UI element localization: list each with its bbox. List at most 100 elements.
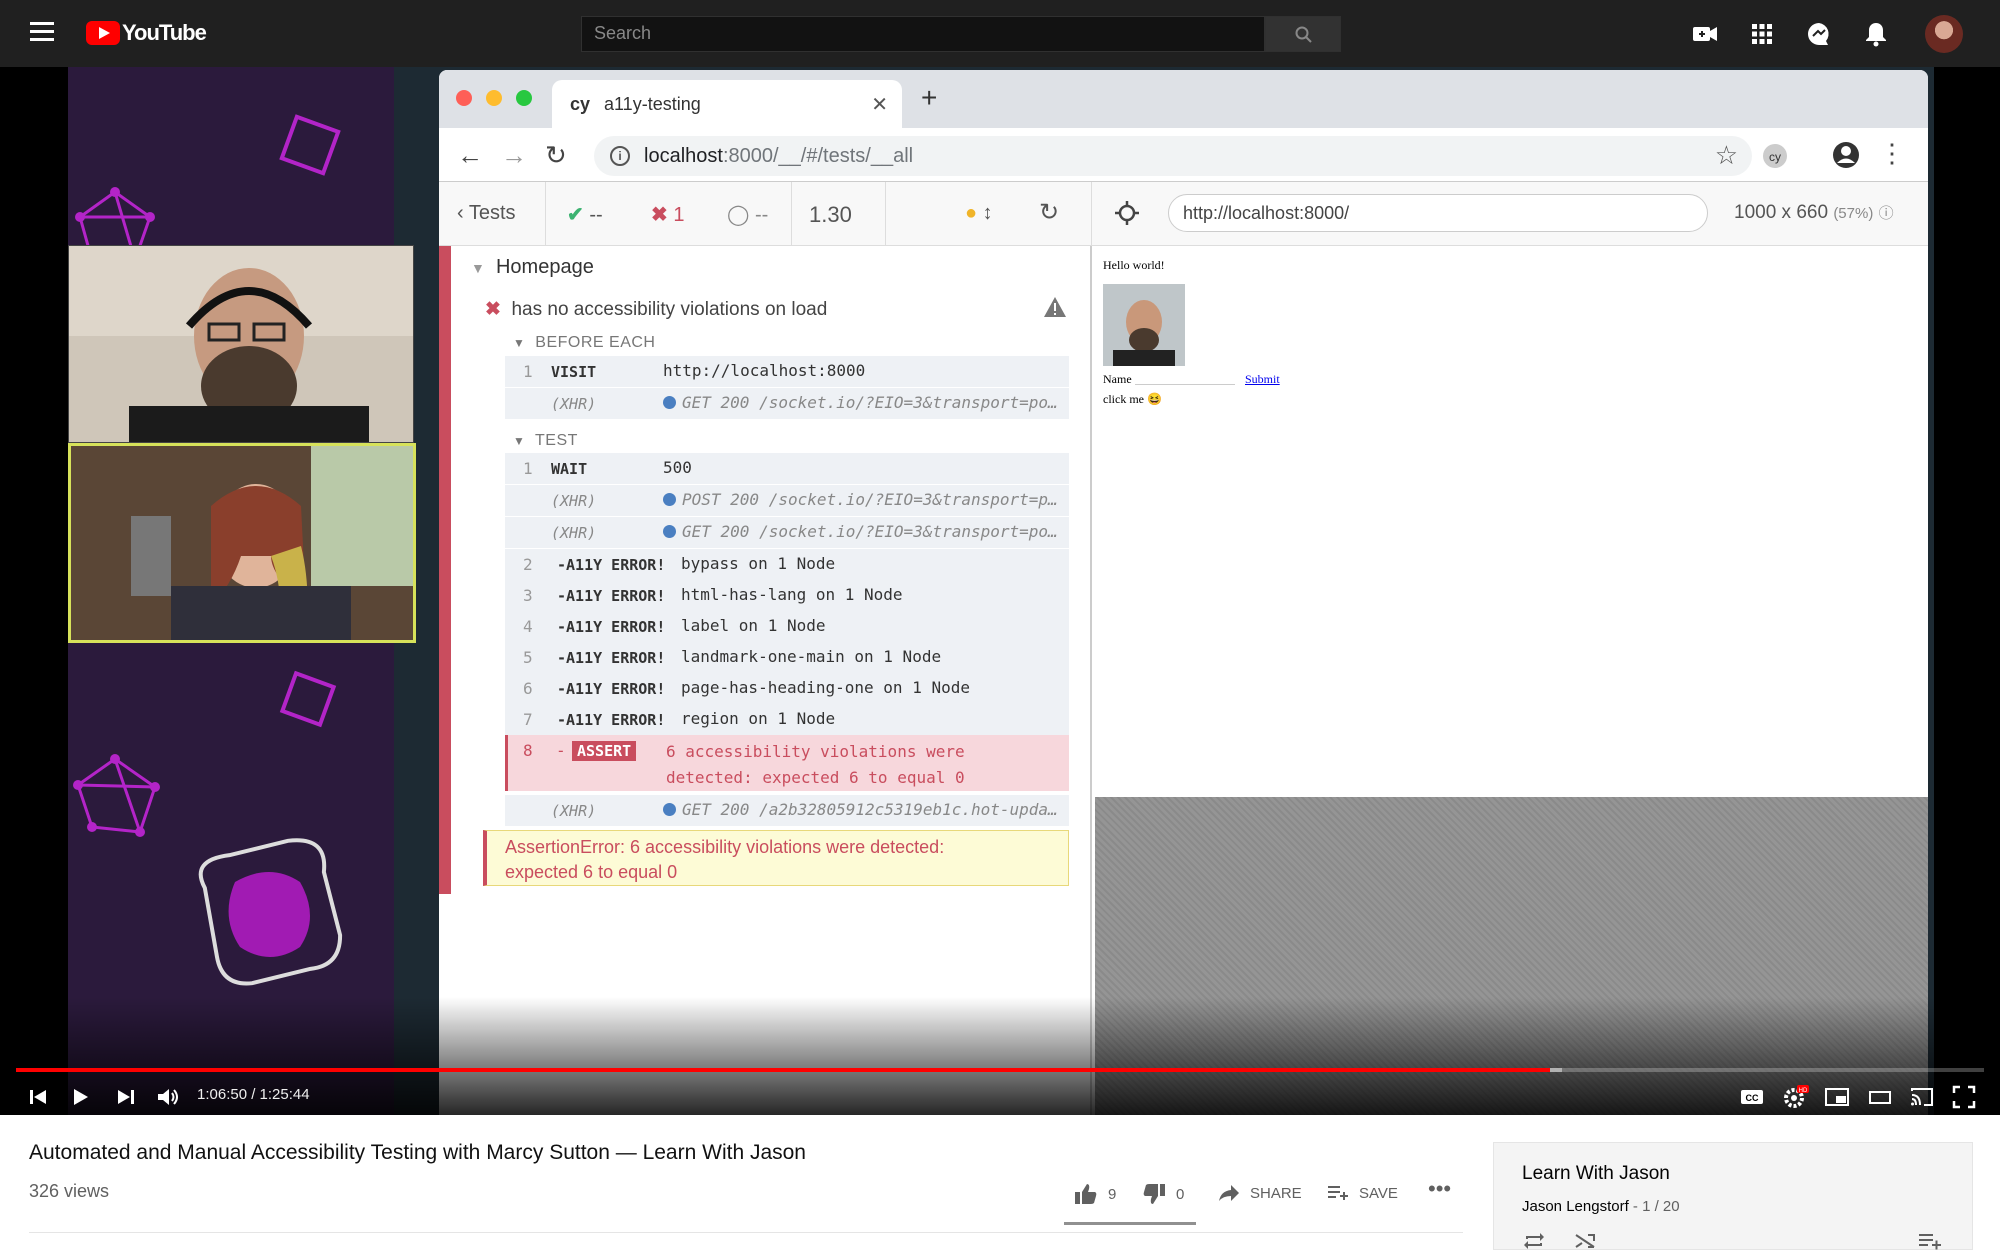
a11y-error-row[interactable]: 2 -A11Y ERROR! bypass on 1 Node xyxy=(505,549,1069,580)
rerun-icon[interactable]: ↻ xyxy=(1039,198,1059,227)
xhr-status-dot xyxy=(663,803,676,816)
new-tab-icon[interactable]: + xyxy=(921,82,937,114)
host-webcam xyxy=(68,245,414,443)
create-video-icon[interactable] xyxy=(1691,20,1719,48)
volume-icon[interactable] xyxy=(154,1083,182,1111)
time-display: 1:06:50 / 1:25:44 xyxy=(197,1086,310,1103)
browser-tab-strip: cy a11y-testing ✕ + xyxy=(439,70,1928,128)
assert-failure-row[interactable]: 8 - ASSERT 6 accessibility violations we… xyxy=(505,735,1069,791)
notifications-bell-icon[interactable] xyxy=(1862,20,1890,48)
reload-icon[interactable]: ↻ xyxy=(545,140,567,171)
submit-link[interactable]: Submit xyxy=(1245,372,1280,387)
guest-webcam xyxy=(68,443,416,643)
failed-count: ✖ 1 xyxy=(651,204,685,226)
command-row-wait[interactable]: 1 WAIT 500 xyxy=(505,453,1069,484)
command-row-xhr[interactable]: (XHR) POST 200 /socket.io/?EIO=3&transpo… xyxy=(505,485,1069,516)
a11y-error-row[interactable]: 3 -A11Y ERROR! html-has-lang on 1 Node xyxy=(505,580,1069,611)
search-input[interactable]: Search xyxy=(581,16,1265,52)
more-menu-icon[interactable]: ⋮ xyxy=(1879,138,1905,169)
playlist-panel: Learn With Jason Jason Lengstorf - 1 / 2… xyxy=(1493,1142,1973,1250)
command-log: ▼ Homepage ✖ has no accessibility violat… xyxy=(439,246,1092,1115)
cypress-extension-icon[interactable]: cy xyxy=(1761,142,1789,170)
shuffle-playlist-icon[interactable] xyxy=(1574,1231,1598,1251)
search-button[interactable] xyxy=(1265,16,1341,52)
passed-count: ✔ -- xyxy=(567,204,603,226)
browser-tab[interactable]: cy a11y-testing ✕ xyxy=(552,80,902,128)
command-row-xhr[interactable]: (XHR) GET 200 /socket.io/?EIO=3&transpor… xyxy=(505,388,1069,419)
thumbs-up-icon xyxy=(1075,1184,1097,1204)
loop-playlist-icon[interactable] xyxy=(1522,1231,1546,1251)
a11y-error-row[interactable]: 7 -A11Y ERROR! region on 1 Node xyxy=(505,704,1069,735)
selector-playground-icon[interactable] xyxy=(1114,200,1140,226)
before-each-label[interactable]: ▼ BEFORE EACH xyxy=(513,334,655,352)
share-button[interactable]: SHARE xyxy=(1218,1183,1302,1203)
assertion-error-box[interactable]: AssertionError: 6 accessibility violatio… xyxy=(483,830,1069,886)
click-me-text[interactable]: click me 😆 xyxy=(1103,392,1162,407)
xhr-status-dot xyxy=(663,493,676,506)
command-row-visit[interactable]: 1 VISIT http://localhost:8000 xyxy=(505,356,1069,387)
apps-grid-icon[interactable] xyxy=(1748,20,1776,48)
bookmark-star-icon[interactable]: ☆ xyxy=(1715,140,1738,171)
save-button[interactable]: SAVE xyxy=(1327,1183,1398,1203)
play-icon[interactable] xyxy=(66,1083,94,1111)
cast-icon[interactable] xyxy=(1908,1083,1936,1111)
video-player[interactable]: cy a11y-testing ✕ + ← → ↻ i localhost:80… xyxy=(0,67,2000,1115)
close-tab-icon[interactable]: ✕ xyxy=(871,92,888,117)
run-duration: 1.30 xyxy=(809,202,852,227)
browser-toolbar: ← → ↻ i localhost:8000/__/#/tests/__all … xyxy=(439,128,1928,182)
messages-icon[interactable] xyxy=(1805,20,1833,48)
next-icon[interactable] xyxy=(112,1083,140,1111)
tests-back-button[interactable]: ‹ Tests xyxy=(457,202,516,225)
forward-icon[interactable]: → xyxy=(501,140,527,171)
xhr-status-dot xyxy=(663,396,676,409)
playlist-save-icon[interactable] xyxy=(1918,1231,1942,1251)
chrome-browser-window: cy a11y-testing ✕ + ← → ↻ i localhost:80… xyxy=(439,70,1928,1115)
youtube-logo-text: YouTube xyxy=(122,20,207,45)
suite-title[interactable]: ▼ Homepage xyxy=(471,256,594,279)
captions-icon[interactable]: CC xyxy=(1738,1083,1766,1111)
command-row-xhr[interactable]: (XHR) GET 200 /a2b32805912c5319eb1c.hot-… xyxy=(505,795,1069,826)
youtube-logo[interactable]: YouTube xyxy=(86,20,207,46)
theater-mode-icon[interactable] xyxy=(1866,1083,1894,1111)
viewport-size: 1000 x 660 (57%) ⓘ xyxy=(1734,202,1894,223)
fullscreen-icon[interactable] xyxy=(1950,1083,1978,1111)
back-icon[interactable]: ← xyxy=(457,140,483,171)
address-bar[interactable]: i localhost:8000/__/#/tests/__all ☆ xyxy=(594,136,1752,176)
assert-badge: ASSERT xyxy=(572,741,637,761)
profile-icon[interactable] xyxy=(1831,140,1861,170)
user-avatar[interactable] xyxy=(1925,15,1963,53)
name-input[interactable] xyxy=(1135,384,1235,385)
playlist-title[interactable]: Learn With Jason xyxy=(1522,1163,1670,1185)
auto-scroll-toggle[interactable]: ● ↕ xyxy=(965,202,993,225)
test-section-label[interactable]: ▼ TEST xyxy=(513,432,578,450)
xhr-status-dot xyxy=(663,525,676,538)
thumbs-down-icon xyxy=(1143,1184,1165,1204)
close-window-button[interactable] xyxy=(456,90,472,106)
name-label: Name xyxy=(1103,372,1132,386)
view-count: 326 views xyxy=(29,1181,110,1201)
like-button[interactable]: 9 xyxy=(1074,1183,1116,1205)
pending-count: ◯ -- xyxy=(727,204,769,226)
dislike-button[interactable]: 0 xyxy=(1142,1183,1184,1205)
menu-icon[interactable] xyxy=(30,22,54,42)
maximize-window-button[interactable] xyxy=(516,90,532,106)
test-title[interactable]: ✖ has no accessibility violations on loa… xyxy=(485,298,827,321)
reporter-header: ‹ Tests ✔ -- ✖ 1 ◯ -- 1.30 ● ↕ ↻ xyxy=(439,182,1092,246)
minimize-window-button[interactable] xyxy=(486,90,502,106)
a11y-error-row[interactable]: 6 -A11Y ERROR! page-has-heading-one on 1… xyxy=(505,673,1069,704)
svg-text:CC: CC xyxy=(1746,1093,1759,1103)
progress-bar[interactable] xyxy=(16,1068,1984,1072)
a11y-error-row[interactable]: 5 -A11Y ERROR! landmark-one-main on 1 No… xyxy=(505,642,1069,673)
failed-test-indicator xyxy=(439,246,451,894)
site-info-icon[interactable]: i xyxy=(610,146,630,166)
previous-icon[interactable] xyxy=(24,1083,52,1111)
miniplayer-icon[interactable] xyxy=(1823,1083,1851,1111)
polygon-network-decoration-2 xyxy=(73,754,160,837)
a11y-error-row[interactable]: 4 -A11Y ERROR! label on 1 Node xyxy=(505,611,1069,642)
command-row-xhr[interactable]: (XHR) GET 200 /socket.io/?EIO=3&transpor… xyxy=(505,517,1069,548)
tab-title: a11y-testing xyxy=(604,94,701,114)
aut-url-field[interactable]: http://localhost:8000/ xyxy=(1168,194,1708,232)
settings-gear-icon[interactable]: HD xyxy=(1781,1083,1809,1111)
more-actions-icon[interactable]: ••• xyxy=(1428,1176,1451,1202)
address-url: localhost:8000/__/#/tests/__all xyxy=(644,145,914,167)
